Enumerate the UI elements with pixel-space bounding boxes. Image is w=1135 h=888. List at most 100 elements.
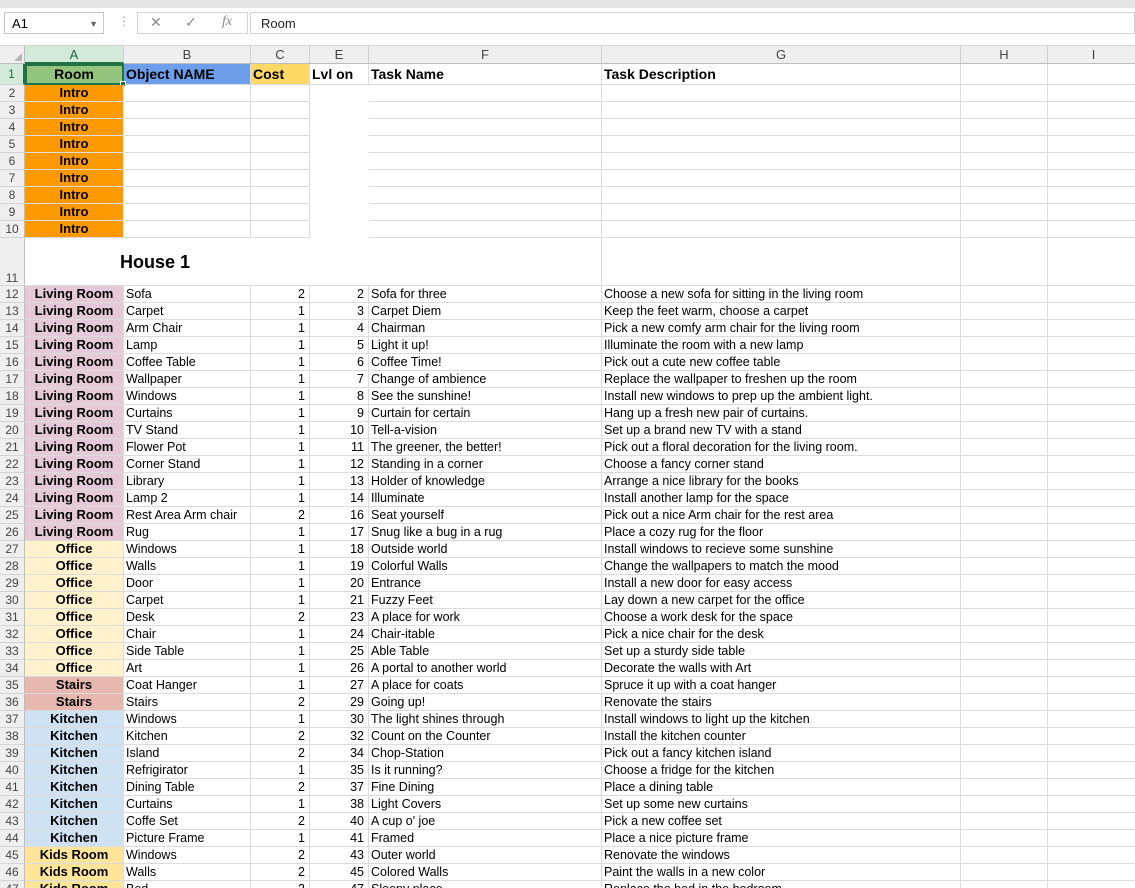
cost-cell[interactable]: 1 [251, 405, 310, 422]
task-cell[interactable]: Change of ambience [369, 371, 602, 388]
room-cell[interactable]: Intro [25, 136, 124, 153]
lvl-cell[interactable] [310, 170, 369, 187]
task-cell[interactable]: Count on the Counter [369, 728, 602, 745]
grid-cell[interactable] [1048, 507, 1135, 524]
room-cell[interactable]: Intro [25, 204, 124, 221]
row-header[interactable]: 4 [0, 119, 25, 136]
room-cell[interactable]: Kids Room [25, 847, 124, 864]
row-header[interactable]: 8 [0, 187, 25, 204]
lvl-cell[interactable]: 45 [310, 864, 369, 881]
grid-cell[interactable] [961, 221, 1048, 238]
task-cell[interactable]: A place for work [369, 609, 602, 626]
object-cell[interactable]: Library [124, 473, 251, 490]
column-header-f[interactable]: F [369, 46, 602, 64]
room-cell[interactable]: Office [25, 558, 124, 575]
cost-cell[interactable]: 1 [251, 558, 310, 575]
desc-cell[interactable]: Place a dining table [602, 779, 961, 796]
cost-cell[interactable] [251, 102, 310, 119]
desc-cell[interactable]: Keep the feet warm, choose a carpet [602, 303, 961, 320]
desc-cell[interactable]: Lay down a new carpet for the office [602, 592, 961, 609]
room-cell[interactable]: Kids Room [25, 864, 124, 881]
row-header[interactable]: 40 [0, 762, 25, 779]
lvl-cell[interactable]: 6 [310, 354, 369, 371]
grid-cell[interactable] [961, 592, 1048, 609]
desc-cell[interactable]: Choose a fridge for the kitchen [602, 762, 961, 779]
grid-cell[interactable] [961, 388, 1048, 405]
grid-cell[interactable] [961, 796, 1048, 813]
cost-cell[interactable]: 2 [251, 847, 310, 864]
room-cell[interactable]: Living Room [25, 490, 124, 507]
cost-cell[interactable]: 1 [251, 626, 310, 643]
room-cell[interactable]: Living Room [25, 371, 124, 388]
chevron-down-icon[interactable]: ▼ [89, 13, 98, 35]
row-header[interactable]: 30 [0, 592, 25, 609]
room-cell[interactable]: Office [25, 626, 124, 643]
lvl-cell[interactable]: 27 [310, 677, 369, 694]
lvl-cell[interactable]: 12 [310, 456, 369, 473]
grid-cell[interactable] [1048, 303, 1135, 320]
header-cell[interactable] [1048, 64, 1135, 85]
grid-cell[interactable] [961, 490, 1048, 507]
row-header[interactable]: 32 [0, 626, 25, 643]
task-cell[interactable]: Fuzzy Feet [369, 592, 602, 609]
name-box[interactable]: A1 ▼ [4, 12, 104, 34]
desc-cell[interactable]: Set up some new curtains [602, 796, 961, 813]
grid-cell[interactable] [1048, 762, 1135, 779]
lvl-cell[interactable]: 25 [310, 643, 369, 660]
row-header[interactable]: 14 [0, 320, 25, 337]
task-cell[interactable] [369, 102, 602, 119]
task-cell[interactable]: Outer world [369, 847, 602, 864]
object-cell[interactable]: Coffe Set [124, 813, 251, 830]
grid-cell[interactable] [961, 779, 1048, 796]
grid-cell[interactable] [1048, 422, 1135, 439]
task-cell[interactable]: Holder of knowledge [369, 473, 602, 490]
room-cell[interactable]: Office [25, 660, 124, 677]
cost-cell[interactable]: 1 [251, 677, 310, 694]
grid-cell[interactable] [961, 187, 1048, 204]
task-cell[interactable]: Colored Walls [369, 864, 602, 881]
desc-cell[interactable]: Change the wallpapers to match the mood [602, 558, 961, 575]
room-cell[interactable]: Living Room [25, 286, 124, 303]
grid-cell[interactable] [961, 694, 1048, 711]
grid-cell[interactable] [961, 728, 1048, 745]
room-cell[interactable]: Intro [25, 85, 124, 102]
object-cell[interactable]: Refrigirator [124, 762, 251, 779]
lvl-cell[interactable]: 18 [310, 541, 369, 558]
room-cell[interactable]: Kids Room [25, 881, 124, 888]
desc-cell[interactable]: Install new windows to prep up the ambie… [602, 388, 961, 405]
cost-cell[interactable]: 2 [251, 813, 310, 830]
object-cell[interactable]: Windows [124, 388, 251, 405]
lvl-cell[interactable]: 29 [310, 694, 369, 711]
insert-function-icon[interactable]: fx [222, 14, 232, 30]
desc-cell[interactable]: Install a new door for easy access [602, 575, 961, 592]
row-header[interactable]: 38 [0, 728, 25, 745]
grid-cell[interactable] [1048, 592, 1135, 609]
desc-cell[interactable]: Replace the wallpaper to freshen up the … [602, 371, 961, 388]
lvl-cell[interactable]: 11 [310, 439, 369, 456]
row-header[interactable]: 16 [0, 354, 25, 371]
room-cell[interactable]: Living Room [25, 405, 124, 422]
desc-cell[interactable]: Choose a work desk for the space [602, 609, 961, 626]
grid-cell[interactable] [1048, 238, 1135, 286]
grid-cell[interactable] [961, 303, 1048, 320]
grid-cell[interactable] [1048, 881, 1135, 888]
grid-cell[interactable] [961, 337, 1048, 354]
object-cell[interactable]: Lamp 2 [124, 490, 251, 507]
object-cell[interactable]: Arm Chair [124, 320, 251, 337]
cost-cell[interactable]: 1 [251, 439, 310, 456]
grid-cell[interactable] [1048, 337, 1135, 354]
row-header[interactable]: 7 [0, 170, 25, 187]
lvl-cell[interactable]: 8 [310, 388, 369, 405]
desc-cell[interactable] [602, 170, 961, 187]
room-cell[interactable]: Living Room [25, 473, 124, 490]
grid-cell[interactable] [961, 405, 1048, 422]
task-cell[interactable]: Colorful Walls [369, 558, 602, 575]
column-header-e[interactable]: E [310, 46, 369, 64]
header-cell[interactable]: Task Description [602, 64, 961, 85]
task-cell[interactable]: Snug like a bug in a rug [369, 524, 602, 541]
room-cell[interactable]: Kitchen [25, 779, 124, 796]
row-header[interactable]: 23 [0, 473, 25, 490]
desc-cell[interactable]: Place a nice picture frame [602, 830, 961, 847]
object-cell[interactable]: Kitchen [124, 728, 251, 745]
desc-cell[interactable]: Replace the bed in the bedroom [602, 881, 961, 888]
